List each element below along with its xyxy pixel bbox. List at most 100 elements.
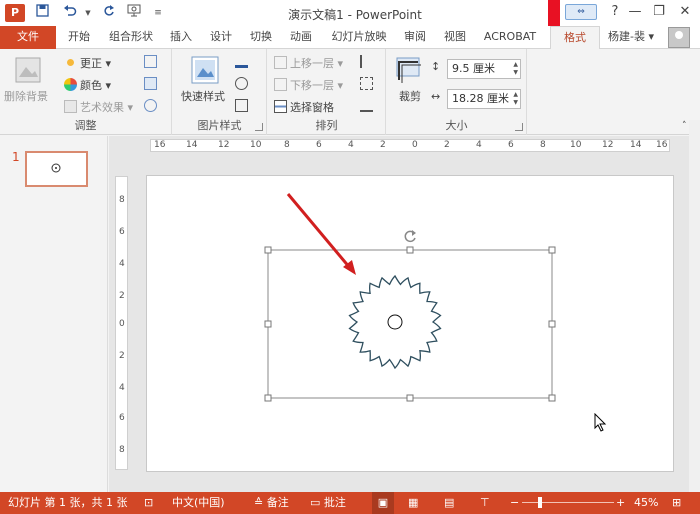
remove-background-button[interactable]: 删除背景 [4,55,52,105]
zoom-level[interactable]: 45% [634,492,658,514]
group-adjust: 删除背景 更正 ▾ 颜色 ▾ 艺术效果 ▾ 调整 [0,49,172,135]
annotation-arrow-icon [286,193,356,275]
resize-handle-bottom-right[interactable] [548,394,556,402]
ribbon-tab-bar: 文件 开始 组合形状 插入 设计 切换 动画 幻灯片放映 审阅 视图 ACROB… [0,26,700,50]
rotate-icon[interactable] [360,99,376,113]
send-backward-button[interactable]: 下移一层 ▾ [274,77,343,93]
ribbon: 删除背景 更正 ▾ 颜色 ▾ 艺术效果 ▾ 调整 快速样式 图片样式 上移一层 … [0,49,700,135]
reading-view-icon[interactable]: ▤ [444,492,454,514]
resize-handle-top[interactable] [406,246,414,254]
picture-layout-icon[interactable] [235,99,251,113]
artistic-effects-button[interactable]: 艺术效果 ▾ [64,99,133,115]
start-from-beginning-icon[interactable] [124,4,144,22]
slide-sorter-view-icon[interactable]: ▦ [408,492,418,514]
collapse-ribbon-icon[interactable]: ˄ [682,121,687,131]
normal-view-icon[interactable]: ▣ [372,492,394,514]
artistic-effects-icon [64,100,77,113]
resize-handle-top-left[interactable] [264,246,272,254]
slide-thumbnail[interactable] [25,151,88,187]
comment-icon: ▭ [310,496,324,509]
zoom-out-button[interactable]: − [510,492,519,514]
picture-styles-launcher[interactable] [255,123,263,131]
tab-shape-combine[interactable]: 组合形状 [102,26,160,49]
horizontal-ruler: 16 14 12 10 8 6 4 2 0 2 4 6 8 10 12 14 1… [150,139,670,152]
spell-check-icon[interactable]: ⊡ [144,492,153,514]
resize-handle-left[interactable] [264,320,272,328]
group-arrange-label: 排列 [315,119,338,132]
customize-toolbar-icon[interactable]: ≡ [148,4,168,22]
size-launcher[interactable] [515,123,523,131]
user-name[interactable]: 杨建-裴 ▾ [608,26,654,49]
tab-animations[interactable]: 动画 [284,26,318,49]
tab-review[interactable]: 审阅 [398,26,432,49]
vertical-scrollbar[interactable] [689,120,700,492]
rotate-handle-icon[interactable] [404,230,416,243]
corrections-button[interactable]: 更正 ▾ [64,55,111,71]
height-icon: ↕ [431,60,441,73]
close-button[interactable]: ✕ [670,0,700,26]
notes-button[interactable]: ≙ 备注 [254,492,289,514]
align-icon[interactable] [360,55,376,69]
resize-handle-right[interactable] [548,320,556,328]
width-icon: ↔ [431,90,441,103]
language-status[interactable]: 中文(中国) [172,492,225,514]
crop-label: 裁剪 [399,90,421,103]
group-picture-styles: 快速样式 图片样式 [173,49,267,135]
comments-button[interactable]: ▭ 批注 [310,492,346,514]
width-spinner[interactable]: 18.28 厘米 ▲ ▼ [447,89,521,109]
undo-dropdown-icon[interactable]: ▼ [78,4,98,22]
remove-background-label: 删除背景 [4,90,48,103]
tab-transitions[interactable]: 切换 [244,26,278,49]
slide-canvas[interactable] [146,175,674,472]
tab-file[interactable]: 文件 [0,26,56,49]
reset-picture-icon[interactable] [144,99,160,113]
status-bar: 幻灯片 第 1 张，共 1 张 ⊡ 中文(中国) ≙ 备注 ▭ 批注 ▣ ▦ ▤… [0,492,700,514]
thumbnail-gear-icon [51,163,61,173]
zoom-in-button[interactable]: + [616,492,625,514]
resize-handle-top-right[interactable] [548,246,556,254]
tab-format[interactable]: 格式 [550,26,600,50]
save-icon[interactable] [32,4,52,22]
spinner-arrows-icon[interactable]: ▲ ▼ [513,91,518,107]
tab-slideshow[interactable]: 幻灯片放映 [324,26,394,49]
undo-icon[interactable] [60,4,80,22]
notes-icon: ≙ [254,496,267,509]
slide-count-status: 幻灯片 第 1 张，共 1 张 [8,496,128,509]
window-accent-strip [548,0,560,26]
slideshow-view-icon[interactable]: ⊤ [480,492,490,514]
spinner-arrows-icon[interactable]: ▲ ▼ [513,61,518,77]
zoom-slider-thumb[interactable] [537,497,542,508]
resize-handle-bottom-left[interactable] [264,394,272,402]
bring-forward-icon [274,56,287,69]
gear-shape-icon[interactable] [348,274,442,370]
crop-icon [396,57,421,83]
picture-effects-icon[interactable] [235,77,251,91]
ribbon-display-options-button[interactable]: ⇔ [565,4,597,20]
resize-handle-bottom[interactable] [406,394,414,402]
title-bar: P ▼ ≡ 演示文稿1 - PowerPoint ⇔ ? — ❐ ✕ [0,0,700,26]
fit-slide-icon[interactable]: ⊞ [672,492,681,514]
tab-acrobat[interactable]: ACROBAT [478,26,542,49]
compress-pictures-icon[interactable] [144,55,160,69]
powerpoint-logo-icon: P [5,4,25,22]
change-picture-icon[interactable] [144,77,160,91]
quick-styles-button[interactable]: 快速样式 [177,55,233,105]
sun-icon [64,56,77,69]
group-size-label: 大小 [445,119,468,132]
tab-home[interactable]: 开始 [62,26,96,49]
crop-button[interactable]: 裁剪 [391,55,427,105]
bring-forward-button[interactable]: 上移一层 ▾ [274,55,343,71]
selection-pane-button[interactable]: 选择窗格 [274,99,334,115]
group-arrange: 上移一层 ▾ 下移一层 ▾ 选择窗格 排列 [268,49,386,135]
avatar[interactable] [668,27,690,48]
height-spinner[interactable]: 9.5 厘米 ▲ ▼ [447,59,521,79]
tab-view[interactable]: 视图 [438,26,472,49]
group-objects-icon[interactable] [360,77,376,91]
color-button[interactable]: 颜色 ▾ [64,77,111,93]
tab-insert[interactable]: 插入 [164,26,198,49]
redo-icon[interactable] [98,4,118,22]
selection-pane-icon [274,100,287,113]
zoom-slider-track[interactable] [522,502,614,503]
tab-design[interactable]: 设计 [204,26,238,49]
picture-border-icon[interactable] [235,55,251,69]
